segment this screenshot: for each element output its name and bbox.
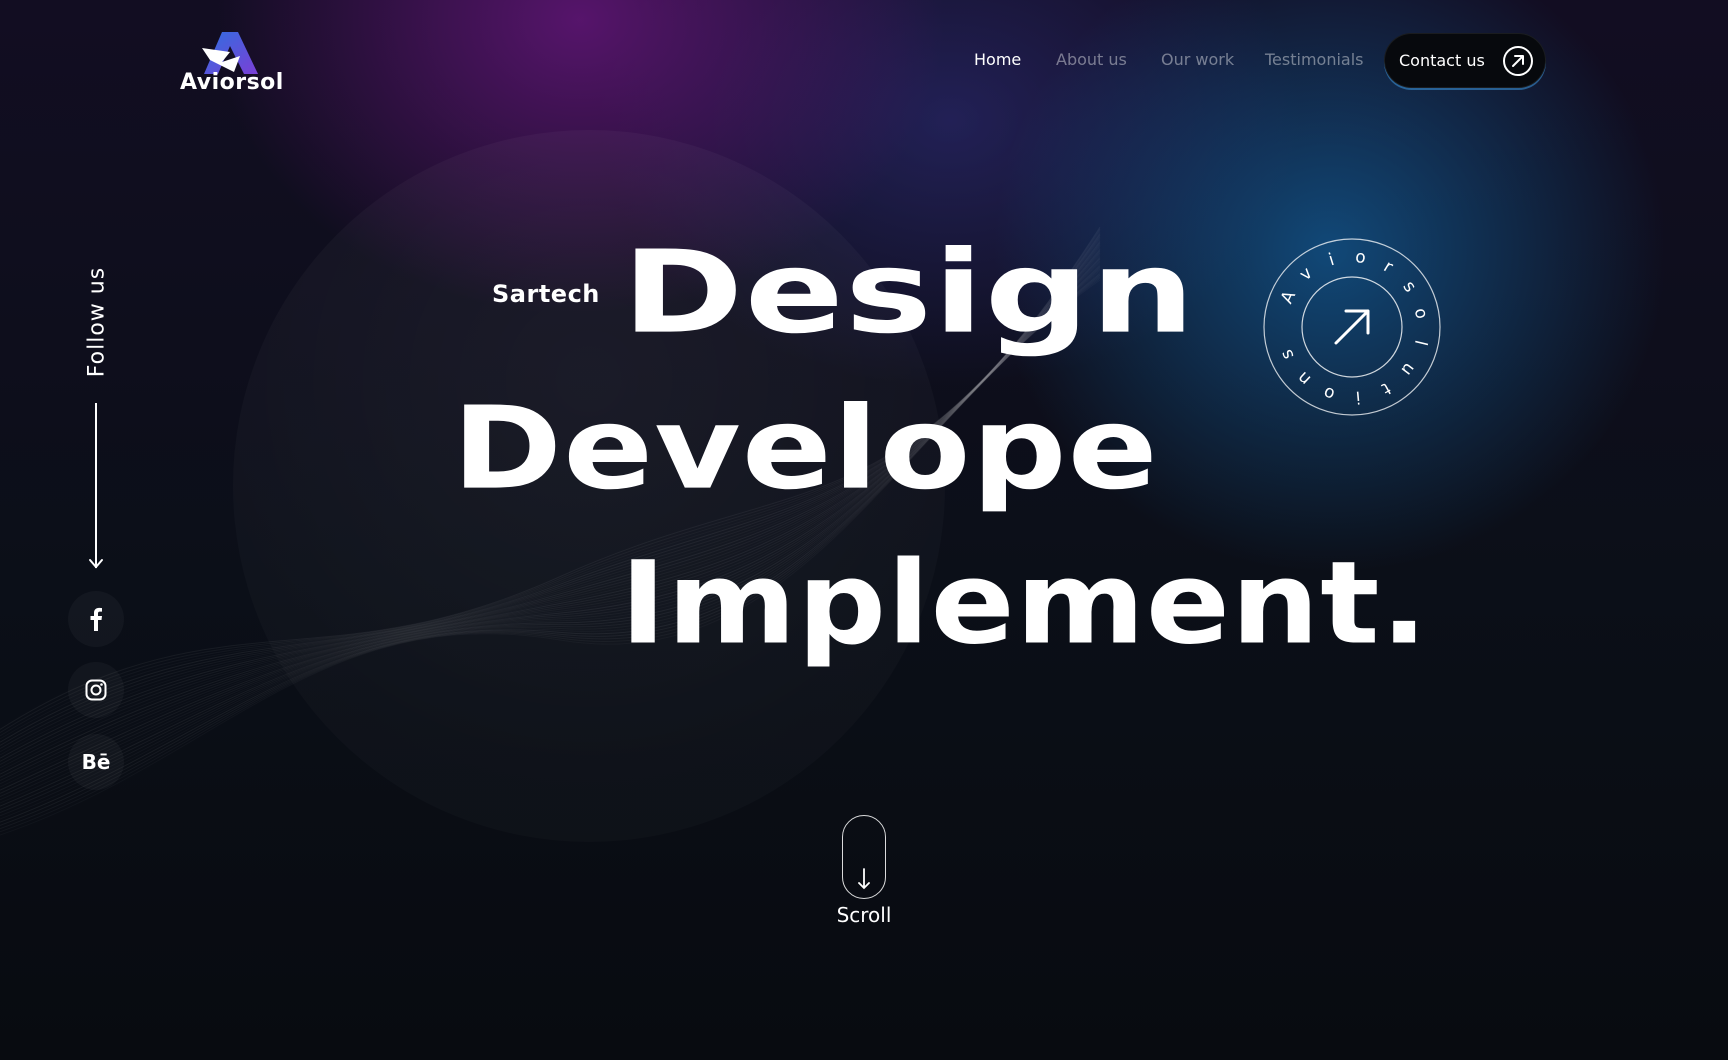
badge-letter: r bbox=[1380, 257, 1396, 278]
badge-letter: o bbox=[1410, 307, 1432, 321]
arrow-down-icon bbox=[89, 559, 103, 569]
nav-about-us[interactable]: About us bbox=[1056, 50, 1127, 69]
badge-letter: s bbox=[1277, 346, 1299, 362]
hero-line-implement: Implement. bbox=[620, 537, 1429, 671]
nav-our-work[interactable]: Our work bbox=[1161, 50, 1234, 69]
rail-divider bbox=[95, 403, 97, 568]
background-wave-lines bbox=[0, 226, 1101, 833]
logo-text: Aviorsol bbox=[180, 70, 284, 95]
instagram-icon bbox=[85, 679, 107, 701]
nav-home[interactable]: Home bbox=[974, 50, 1021, 69]
hero-line-design: Design bbox=[622, 226, 1196, 360]
badge-letter: i bbox=[1355, 387, 1361, 407]
badge-letter: o bbox=[1354, 247, 1367, 268]
arrow-down-icon bbox=[858, 868, 870, 890]
badge-letter: l bbox=[1410, 338, 1431, 347]
nav-testimonials[interactable]: Testimonials bbox=[1265, 50, 1364, 69]
badge-letter: u bbox=[1397, 359, 1419, 380]
behance-button[interactable]: Bē bbox=[68, 734, 124, 790]
follow-us-label: Follow us bbox=[84, 266, 110, 378]
badge-letter: o bbox=[1321, 382, 1337, 404]
scroll-label: Scroll bbox=[836, 903, 892, 927]
behance-icon: Bē bbox=[81, 750, 111, 774]
facebook-icon bbox=[90, 607, 102, 631]
logo[interactable]: Aviorsol bbox=[180, 32, 284, 95]
badge-letter: i bbox=[1326, 250, 1336, 271]
scroll-button[interactable] bbox=[842, 815, 886, 899]
hero-page: Aviorsol Home About us Our work Testimon… bbox=[0, 0, 1728, 1060]
badge-letter: t bbox=[1378, 378, 1394, 399]
badge-letter: n bbox=[1294, 367, 1316, 389]
logo-mark-icon bbox=[202, 32, 258, 74]
instagram-button[interactable] bbox=[68, 662, 124, 718]
hero-eyebrow: Sartech bbox=[492, 280, 600, 308]
contact-us-label: Contact us bbox=[1399, 51, 1485, 70]
circular-badge[interactable]: Aviorsolutions bbox=[1262, 237, 1442, 417]
arrow-up-right-icon bbox=[1503, 46, 1533, 76]
hero-line-develope: Develope bbox=[452, 382, 1159, 516]
badge-letter: v bbox=[1296, 263, 1317, 285]
badge-letter: s bbox=[1399, 277, 1421, 296]
facebook-button[interactable] bbox=[68, 591, 124, 647]
arrow-up-right-icon bbox=[1334, 309, 1370, 345]
badge-letter: A bbox=[1277, 288, 1300, 307]
contact-us-button[interactable]: Contact us bbox=[1384, 33, 1546, 88]
